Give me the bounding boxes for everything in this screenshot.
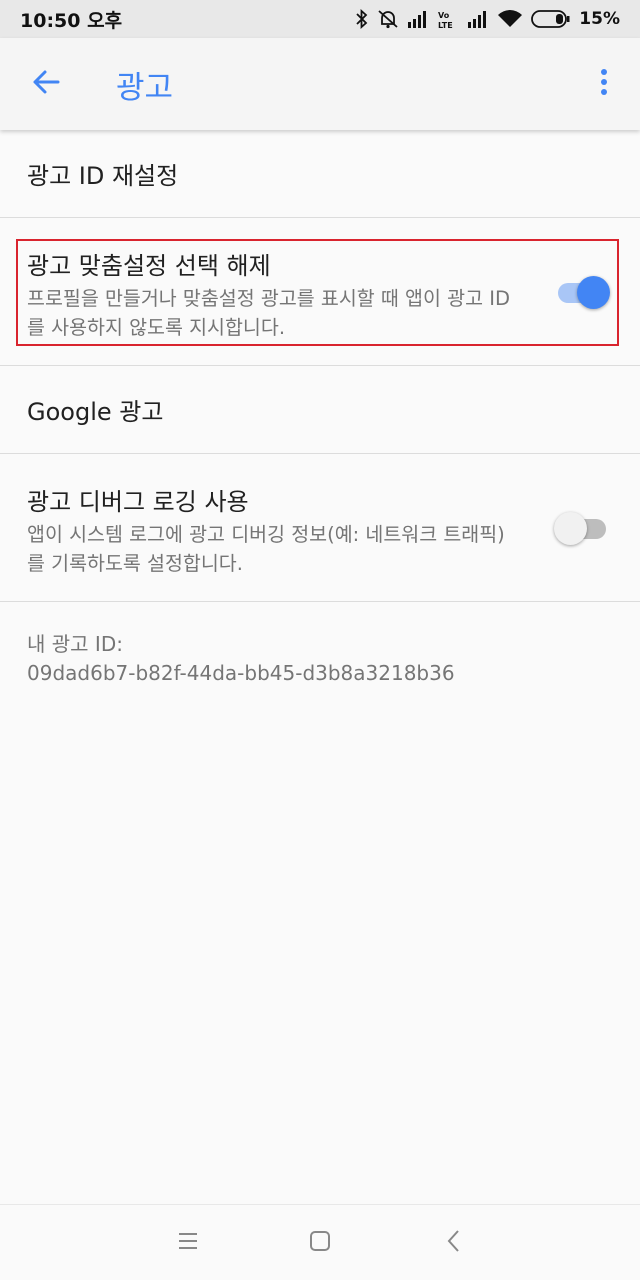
mute-icon xyxy=(377,9,399,29)
opt-out-personalization-row[interactable]: 광고 맞춤설정 선택 해제 프로필을 만들거나 맞춤설정 광고를 표시할 때 앱… xyxy=(0,218,640,366)
navigation-bar xyxy=(0,1204,640,1280)
ad-debug-logging-switch[interactable] xyxy=(554,508,610,548)
ad-debug-logging-summary: 앱이 시스템 로그에 광고 디버깅 정보(예: 네트워크 트래픽)를 기록하도록… xyxy=(27,523,505,575)
ad-id-label: 내 광고 ID: xyxy=(27,632,123,656)
page-title: 광고 xyxy=(116,69,174,106)
google-ads-row[interactable]: Google 광고 xyxy=(0,366,640,454)
app-bar: 광고 xyxy=(0,38,640,130)
signal-icon xyxy=(467,10,489,28)
menu-icon xyxy=(177,1232,199,1254)
status-bar: 10:50 오후 Vo LTE 15% xyxy=(0,0,640,38)
switch-thumb xyxy=(554,512,587,545)
settings-list: 광고 ID 재설정 광고 맞춤설정 선택 해제 프로필을 만들거나 맞춤설정 광… xyxy=(0,130,640,688)
google-ads-title: Google 광고 xyxy=(27,398,164,426)
svg-text:LTE: LTE xyxy=(438,21,453,29)
home-button[interactable] xyxy=(300,1223,340,1263)
switch-thumb xyxy=(577,276,610,309)
arrow-left-icon xyxy=(32,68,60,100)
wifi-icon xyxy=(497,9,523,29)
svg-text:Vo: Vo xyxy=(438,11,450,20)
opt-out-personalization-switch[interactable] xyxy=(554,272,610,312)
volte-icon: Vo LTE xyxy=(437,9,459,29)
opt-out-personalization-title: 광고 맞춤설정 선택 해제 xyxy=(27,252,271,280)
reset-ad-id-row[interactable]: 광고 ID 재설정 xyxy=(0,130,640,218)
battery-icon xyxy=(531,9,571,29)
ad-debug-logging-row[interactable]: 광고 디버그 로깅 사용 앱이 시스템 로그에 광고 디버깅 정보(예: 네트워… xyxy=(0,454,640,602)
battery-percent: 15% xyxy=(579,9,620,29)
opt-out-personalization-summary: 프로필을 만들거나 맞춤설정 광고를 표시할 때 앱이 광고 ID를 사용하지 … xyxy=(27,287,510,339)
status-icons: Vo LTE 15% xyxy=(355,9,620,29)
home-square-icon xyxy=(309,1230,331,1256)
signal-icon xyxy=(407,10,429,28)
back-button[interactable] xyxy=(16,54,76,114)
overflow-menu-button[interactable] xyxy=(586,54,622,114)
reset-ad-id-title: 광고 ID 재설정 xyxy=(27,162,179,190)
more-vert-icon xyxy=(600,68,608,100)
bluetooth-icon xyxy=(355,9,369,29)
ad-id-info: 내 광고 ID: 09dad6b7-b82f-44da-bb45-d3b8a32… xyxy=(0,602,640,688)
back-chevron-icon xyxy=(446,1229,462,1257)
back-nav-button[interactable] xyxy=(434,1223,474,1263)
status-time: 10:50 오후 xyxy=(20,9,123,32)
ad-debug-logging-title: 광고 디버그 로깅 사용 xyxy=(27,488,249,516)
recents-button[interactable] xyxy=(168,1223,208,1263)
ad-id-value: 09dad6b7-b82f-44da-bb45-d3b8a3218b36 xyxy=(27,661,455,685)
